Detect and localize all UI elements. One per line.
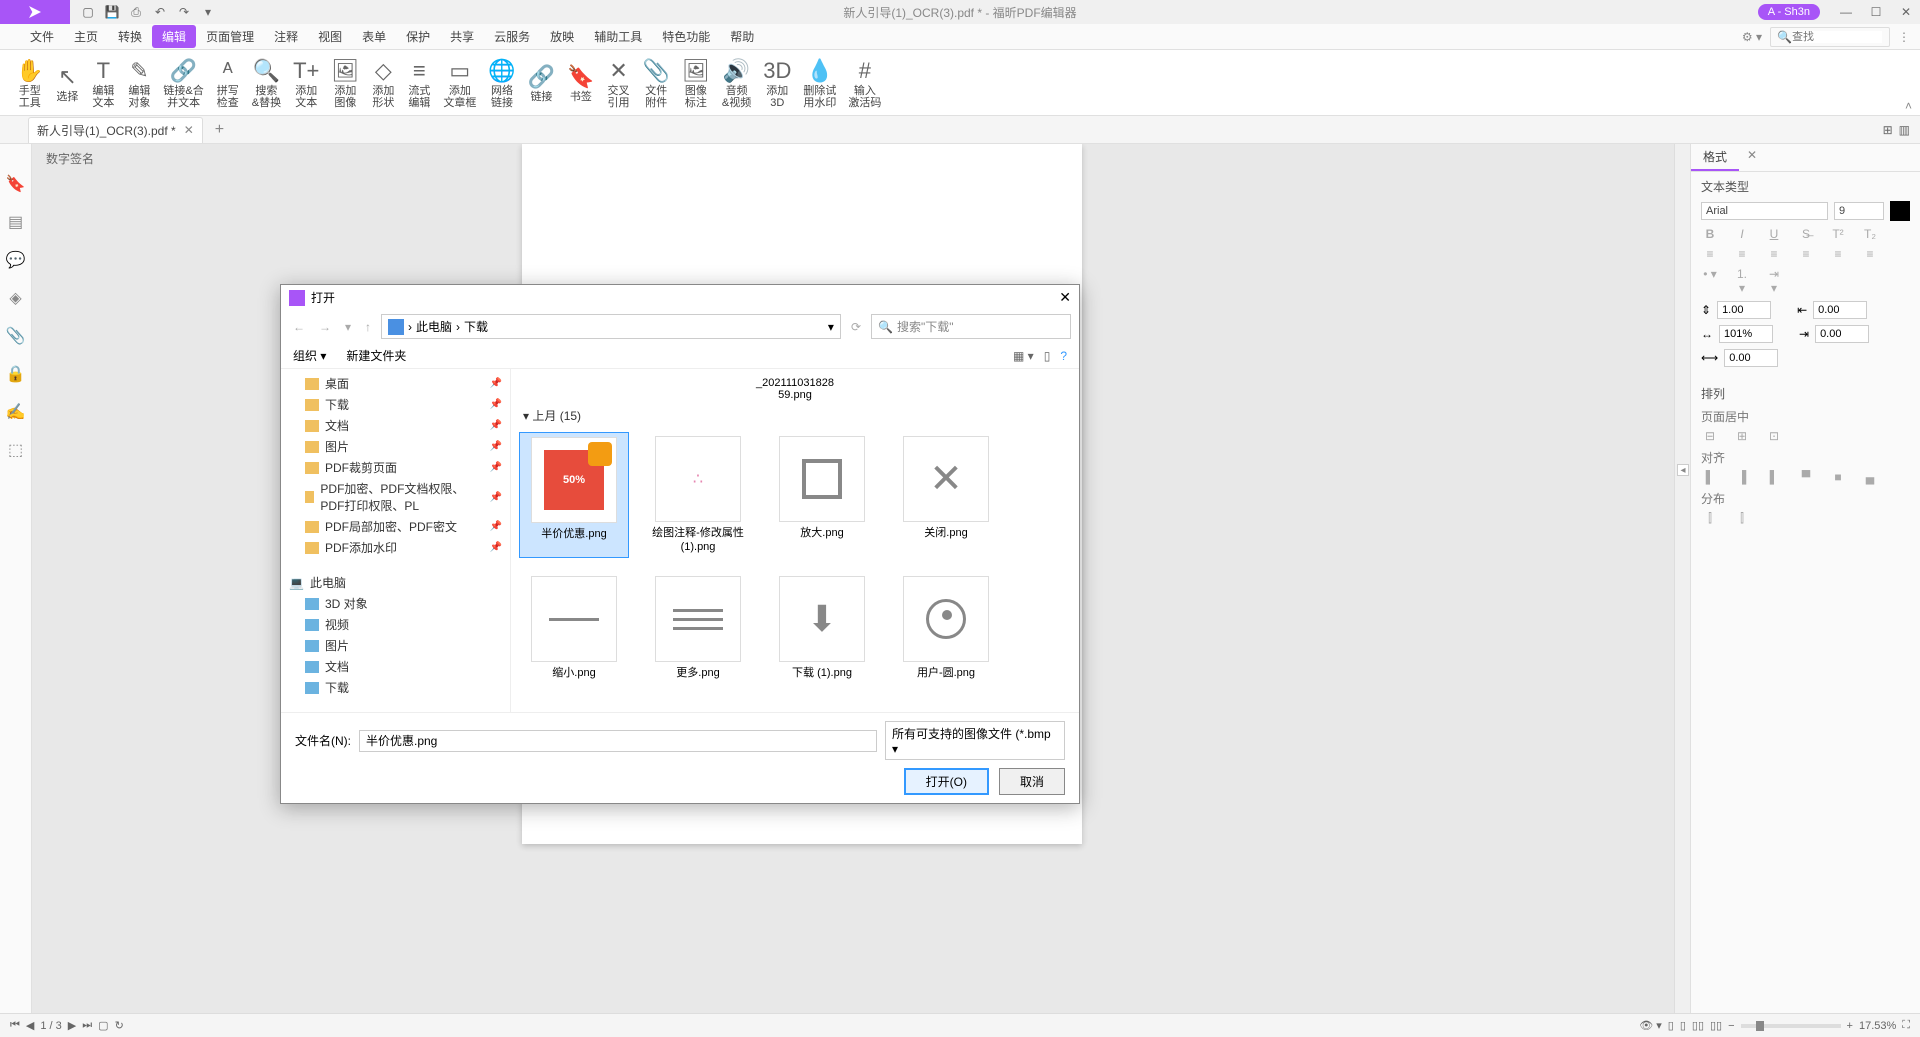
- tree-item[interactable]: 视频: [281, 614, 510, 635]
- nav-back-icon[interactable]: ←: [289, 318, 309, 336]
- tree-item[interactable]: 文档: [281, 656, 510, 677]
- file-item[interactable]: ✕关闭.png: [891, 432, 1001, 558]
- filename-input[interactable]: [359, 730, 877, 752]
- dialog-titlebar: 打开 ✕: [281, 285, 1079, 310]
- file-item-top[interactable]: _202111031828 59.png: [519, 377, 1071, 401]
- file-item[interactable]: ∴绘图注释-修改属性(1).png: [643, 432, 753, 558]
- nav-up-icon[interactable]: ↑: [361, 318, 375, 336]
- dialog-close-icon[interactable]: ✕: [1059, 289, 1071, 306]
- refresh-icon[interactable]: ⟳: [847, 318, 865, 336]
- dialog-overlay: 打开 ✕ ← → ▾ ↑ › 此电脑 › 下载 ▾ ⟳ 🔍 搜索"下载" 组织 …: [0, 0, 1920, 1037]
- file-item[interactable]: 更多.png: [643, 572, 753, 684]
- filename-label: 文件名(N):: [295, 732, 351, 749]
- file-open-dialog: 打开 ✕ ← → ▾ ↑ › 此电脑 › 下载 ▾ ⟳ 🔍 搜索"下载" 组织 …: [280, 284, 1080, 804]
- tree-this-pc[interactable]: 💻此电脑: [281, 572, 510, 593]
- cancel-button[interactable]: 取消: [999, 768, 1065, 795]
- tree-item[interactable]: PDF添加水印📌: [281, 537, 510, 558]
- breadcrumb-downloads[interactable]: 下载: [464, 318, 488, 335]
- tree-item[interactable]: PDF加密、PDF文档权限、PDF打印权限、PL📌: [281, 478, 510, 516]
- tree-item[interactable]: 桌面📌: [281, 373, 510, 394]
- tree-item[interactable]: 下载📌: [281, 394, 510, 415]
- file-item[interactable]: ⬇下载 (1).png: [767, 572, 877, 684]
- file-list[interactable]: _202111031828 59.png ▾ 上月 (15) 半价优惠.png∴…: [511, 369, 1079, 712]
- tree-item[interactable]: 3D 对象: [281, 593, 510, 614]
- dialog-search-placeholder: 搜索"下载": [897, 318, 954, 335]
- view-mode-menu[interactable]: ▦ ▾: [1013, 349, 1034, 363]
- dialog-toolbar: 组织 ▾ 新建文件夹 ▦ ▾ ▯ ?: [281, 343, 1079, 369]
- organize-menu[interactable]: 组织 ▾: [293, 347, 326, 364]
- nav-forward-icon[interactable]: →: [315, 318, 335, 336]
- dialog-title: 打开: [311, 289, 335, 306]
- filetype-select[interactable]: 所有可支持的图像文件 (*.bmp ▾: [885, 721, 1065, 760]
- breadcrumb[interactable]: › 此电脑 › 下载 ▾: [381, 314, 841, 339]
- tree-item[interactable]: 图片📌: [281, 436, 510, 457]
- help-icon[interactable]: ?: [1060, 349, 1067, 363]
- file-group-month[interactable]: ▾ 上月 (15): [523, 407, 1071, 424]
- breadcrumb-pc[interactable]: 此电脑: [416, 318, 452, 335]
- tree-item[interactable]: PDF局部加密、PDF密文📌: [281, 516, 510, 537]
- nav-recent-icon[interactable]: ▾: [341, 318, 355, 336]
- tree-item[interactable]: 图片: [281, 635, 510, 656]
- file-item[interactable]: 放大.png: [767, 432, 877, 558]
- dialog-body: 桌面📌下载📌文档📌图片📌PDF裁剪页面📌PDF加密、PDF文档权限、PDF打印权…: [281, 369, 1079, 712]
- dialog-app-icon: [289, 290, 305, 306]
- file-item[interactable]: 缩小.png: [519, 572, 629, 684]
- dialog-footer: 文件名(N): 所有可支持的图像文件 (*.bmp ▾ 打开(O) 取消: [281, 712, 1079, 803]
- dialog-search[interactable]: 🔍 搜索"下载": [871, 314, 1071, 339]
- search-icon: 🔍: [878, 320, 893, 334]
- tree-item[interactable]: 下载: [281, 677, 510, 698]
- file-item[interactable]: 半价优惠.png: [519, 432, 629, 558]
- new-folder-button[interactable]: 新建文件夹: [346, 347, 406, 364]
- download-folder-icon: [388, 319, 404, 335]
- dialog-nav: ← → ▾ ↑ › 此电脑 › 下载 ▾ ⟳ 🔍 搜索"下载": [281, 310, 1079, 343]
- open-button[interactable]: 打开(O): [904, 768, 989, 795]
- tree-item[interactable]: 文档📌: [281, 415, 510, 436]
- file-item[interactable]: 用户-圆.png: [891, 572, 1001, 684]
- preview-pane-icon[interactable]: ▯: [1044, 349, 1051, 363]
- tree-item[interactable]: PDF裁剪页面📌: [281, 457, 510, 478]
- folder-tree[interactable]: 桌面📌下载📌文档📌图片📌PDF裁剪页面📌PDF加密、PDF文档权限、PDF打印权…: [281, 369, 511, 712]
